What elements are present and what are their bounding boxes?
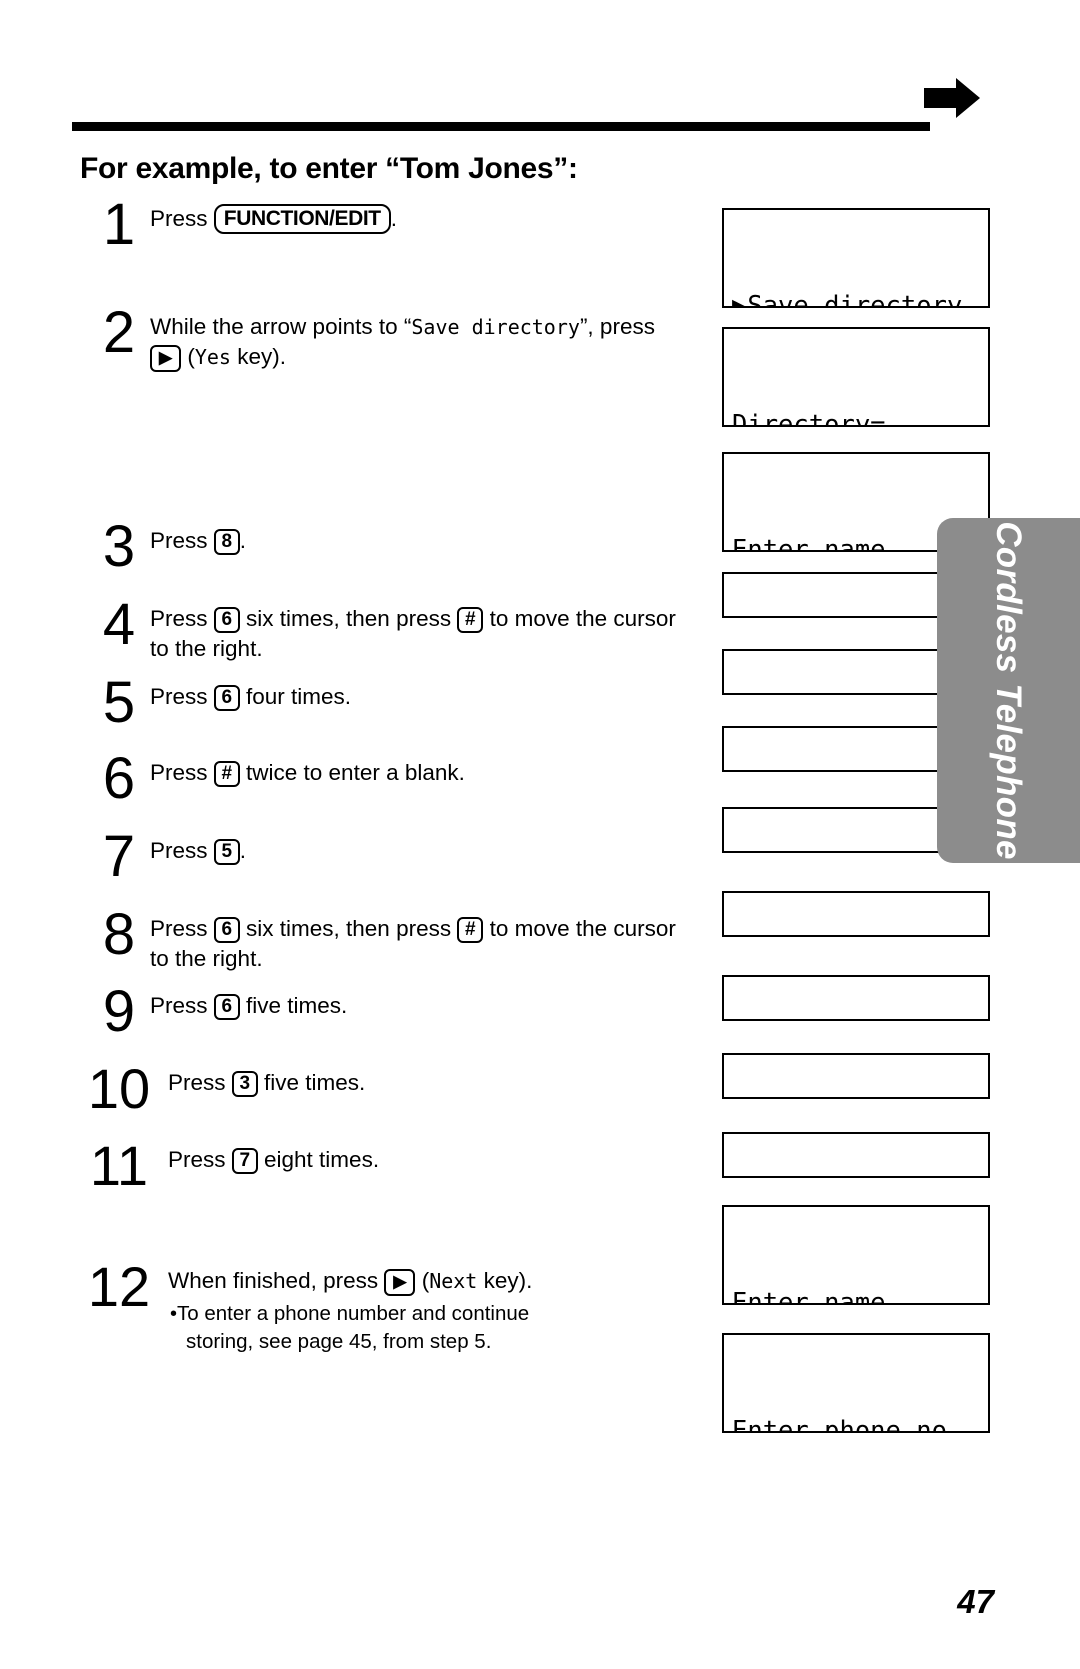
right-triangle-icon: ▶ bbox=[393, 1272, 407, 1291]
display-directory-count: Directory= 20 items bbox=[722, 327, 990, 427]
step-text-after: key). bbox=[230, 344, 286, 369]
step-text-after: . bbox=[239, 838, 247, 863]
step-text-before: Press bbox=[150, 606, 214, 631]
step-number: 1 bbox=[102, 192, 136, 257]
manual-page: For example, to enter “Tom Jones”: 1 Pre… bbox=[0, 0, 1080, 1669]
step-text-after: key). bbox=[477, 1268, 533, 1293]
step-text: Press # twice to enter a blank. bbox=[150, 758, 680, 788]
step-text-before: Press bbox=[150, 916, 214, 941]
step-text-after: . bbox=[390, 206, 397, 231]
display-line: ▶Save directory bbox=[732, 291, 963, 308]
step-text-before: Press bbox=[150, 528, 214, 553]
step-text-before: Press bbox=[150, 684, 214, 709]
step-text-before: Press bbox=[150, 206, 214, 231]
step-text: Press 7 eight times. bbox=[168, 1145, 698, 1175]
step-text-after: four times. bbox=[239, 684, 352, 709]
section-tab-cordless-telephone: Cordless Telephone bbox=[937, 518, 1080, 863]
key-right-arrow[interactable]: ▶ bbox=[384, 1269, 416, 1296]
step-text-before: Press bbox=[150, 993, 214, 1018]
key-6[interactable]: 6 bbox=[213, 685, 240, 711]
step-text-before: Press bbox=[168, 1070, 232, 1095]
key-7[interactable]: 7 bbox=[231, 1148, 258, 1174]
display-tom-jon: Tom Jon bbox=[722, 1053, 990, 1099]
key-right-arrow[interactable]: ▶ bbox=[150, 345, 182, 372]
step-mono-save-directory: Save directory bbox=[411, 315, 580, 339]
key-hash[interactable]: # bbox=[457, 917, 484, 943]
key-hash[interactable]: # bbox=[213, 761, 240, 787]
step-text: Press 6 six times, then press # to move … bbox=[150, 914, 680, 974]
step-text: Press 5. bbox=[150, 836, 680, 866]
step-mono-yes: Yes bbox=[194, 345, 231, 369]
header-rule bbox=[72, 122, 930, 131]
bullet-icon: • bbox=[170, 1303, 178, 1325]
step-text: Press FUNCTION/EDIT. bbox=[150, 204, 680, 234]
step-number: 7 bbox=[102, 824, 136, 889]
display-tom-j: Tom J bbox=[722, 891, 990, 937]
step-text-mid: six times, then press bbox=[239, 916, 458, 941]
step-12-note: •To enter a phone number and continue sto… bbox=[170, 1300, 698, 1355]
step-text: When finished, press ▶ (Next key). •To e… bbox=[168, 1266, 698, 1355]
step-text-after: twice to enter a blank. bbox=[239, 760, 465, 785]
key-hash[interactable]: # bbox=[457, 607, 484, 633]
step-text-after: . bbox=[239, 528, 247, 553]
right-triangle-icon: ▶ bbox=[159, 348, 173, 367]
step-text-before: Press bbox=[150, 838, 214, 863]
step-number: 3 bbox=[102, 514, 136, 579]
step-text: Press 8. bbox=[150, 526, 680, 556]
step-text-mid: ”, press bbox=[579, 314, 655, 339]
step-text: Press 3 five times. bbox=[168, 1068, 698, 1098]
display-save-directory: ▶Save directory Ringer volume ▼▲ ▶=Yes bbox=[722, 208, 990, 308]
step-number: 9 bbox=[102, 979, 136, 1044]
note-line-2: storing, see page 45, from step 5. bbox=[186, 1330, 492, 1353]
step-number: 4 bbox=[102, 592, 136, 657]
step-text: Press 6 four times. bbox=[150, 682, 680, 712]
section-tab-label: Cordless Telephone bbox=[989, 521, 1028, 860]
key-6[interactable]: 6 bbox=[213, 607, 240, 633]
step-number: 12 bbox=[87, 1255, 151, 1318]
key-6[interactable]: 6 bbox=[213, 917, 240, 943]
step-mono-next: Next bbox=[429, 1269, 478, 1293]
display-enter-phone-no: Enter phone no. bbox=[722, 1333, 990, 1433]
key-function-edit[interactable]: FUNCTION/EDIT bbox=[213, 204, 391, 234]
key-6[interactable]: 6 bbox=[213, 994, 240, 1020]
step-text: Press 6 five times. bbox=[150, 991, 680, 1021]
step-number: 8 bbox=[102, 902, 136, 967]
step-number: 6 bbox=[102, 746, 136, 811]
step-text-mid: ( bbox=[415, 1268, 430, 1293]
step-text-before: Press bbox=[150, 760, 214, 785]
step-text-after: five times. bbox=[257, 1070, 366, 1095]
step-text-after: eight times. bbox=[257, 1147, 380, 1172]
page-title: For example, to enter “Tom Jones”: bbox=[80, 152, 578, 185]
key-3[interactable]: 3 bbox=[231, 1071, 258, 1097]
display-tom-jone: Tom Jone bbox=[722, 1132, 990, 1178]
step-text-before: When finished, press bbox=[168, 1268, 385, 1293]
step-text-before: Press bbox=[168, 1147, 232, 1172]
right-arrow-icon bbox=[924, 78, 980, 118]
step-number: 11 bbox=[89, 1134, 149, 1197]
step-text: While the arrow points to “Save director… bbox=[150, 312, 680, 372]
step-text-mid2: ( bbox=[181, 344, 195, 369]
step-text-before: While the arrow points to “ bbox=[150, 314, 412, 339]
display-line: Enter name bbox=[732, 1288, 886, 1305]
step-number: 2 bbox=[102, 300, 136, 365]
step-text-after: five times. bbox=[239, 993, 348, 1018]
key-8[interactable]: 8 bbox=[213, 529, 240, 555]
display-line: Directory= bbox=[732, 410, 886, 427]
key-5[interactable]: 5 bbox=[213, 839, 240, 865]
step-number: 5 bbox=[102, 670, 136, 735]
step-number: 10 bbox=[87, 1057, 151, 1120]
page-number: 47 bbox=[957, 1583, 994, 1620]
step-text-mid: six times, then press bbox=[239, 606, 458, 631]
note-line-1: To enter a phone number and continue bbox=[177, 1302, 530, 1325]
step-text: Press 6 six times, then press # to move … bbox=[150, 604, 680, 664]
display-tom-jo: Tom Jo bbox=[722, 975, 990, 1021]
display-line: Enter phone no. bbox=[732, 1416, 963, 1433]
display-enter-name-tomjones: Enter name Tom Jones *#=←→ ▶=Next bbox=[722, 1205, 990, 1305]
